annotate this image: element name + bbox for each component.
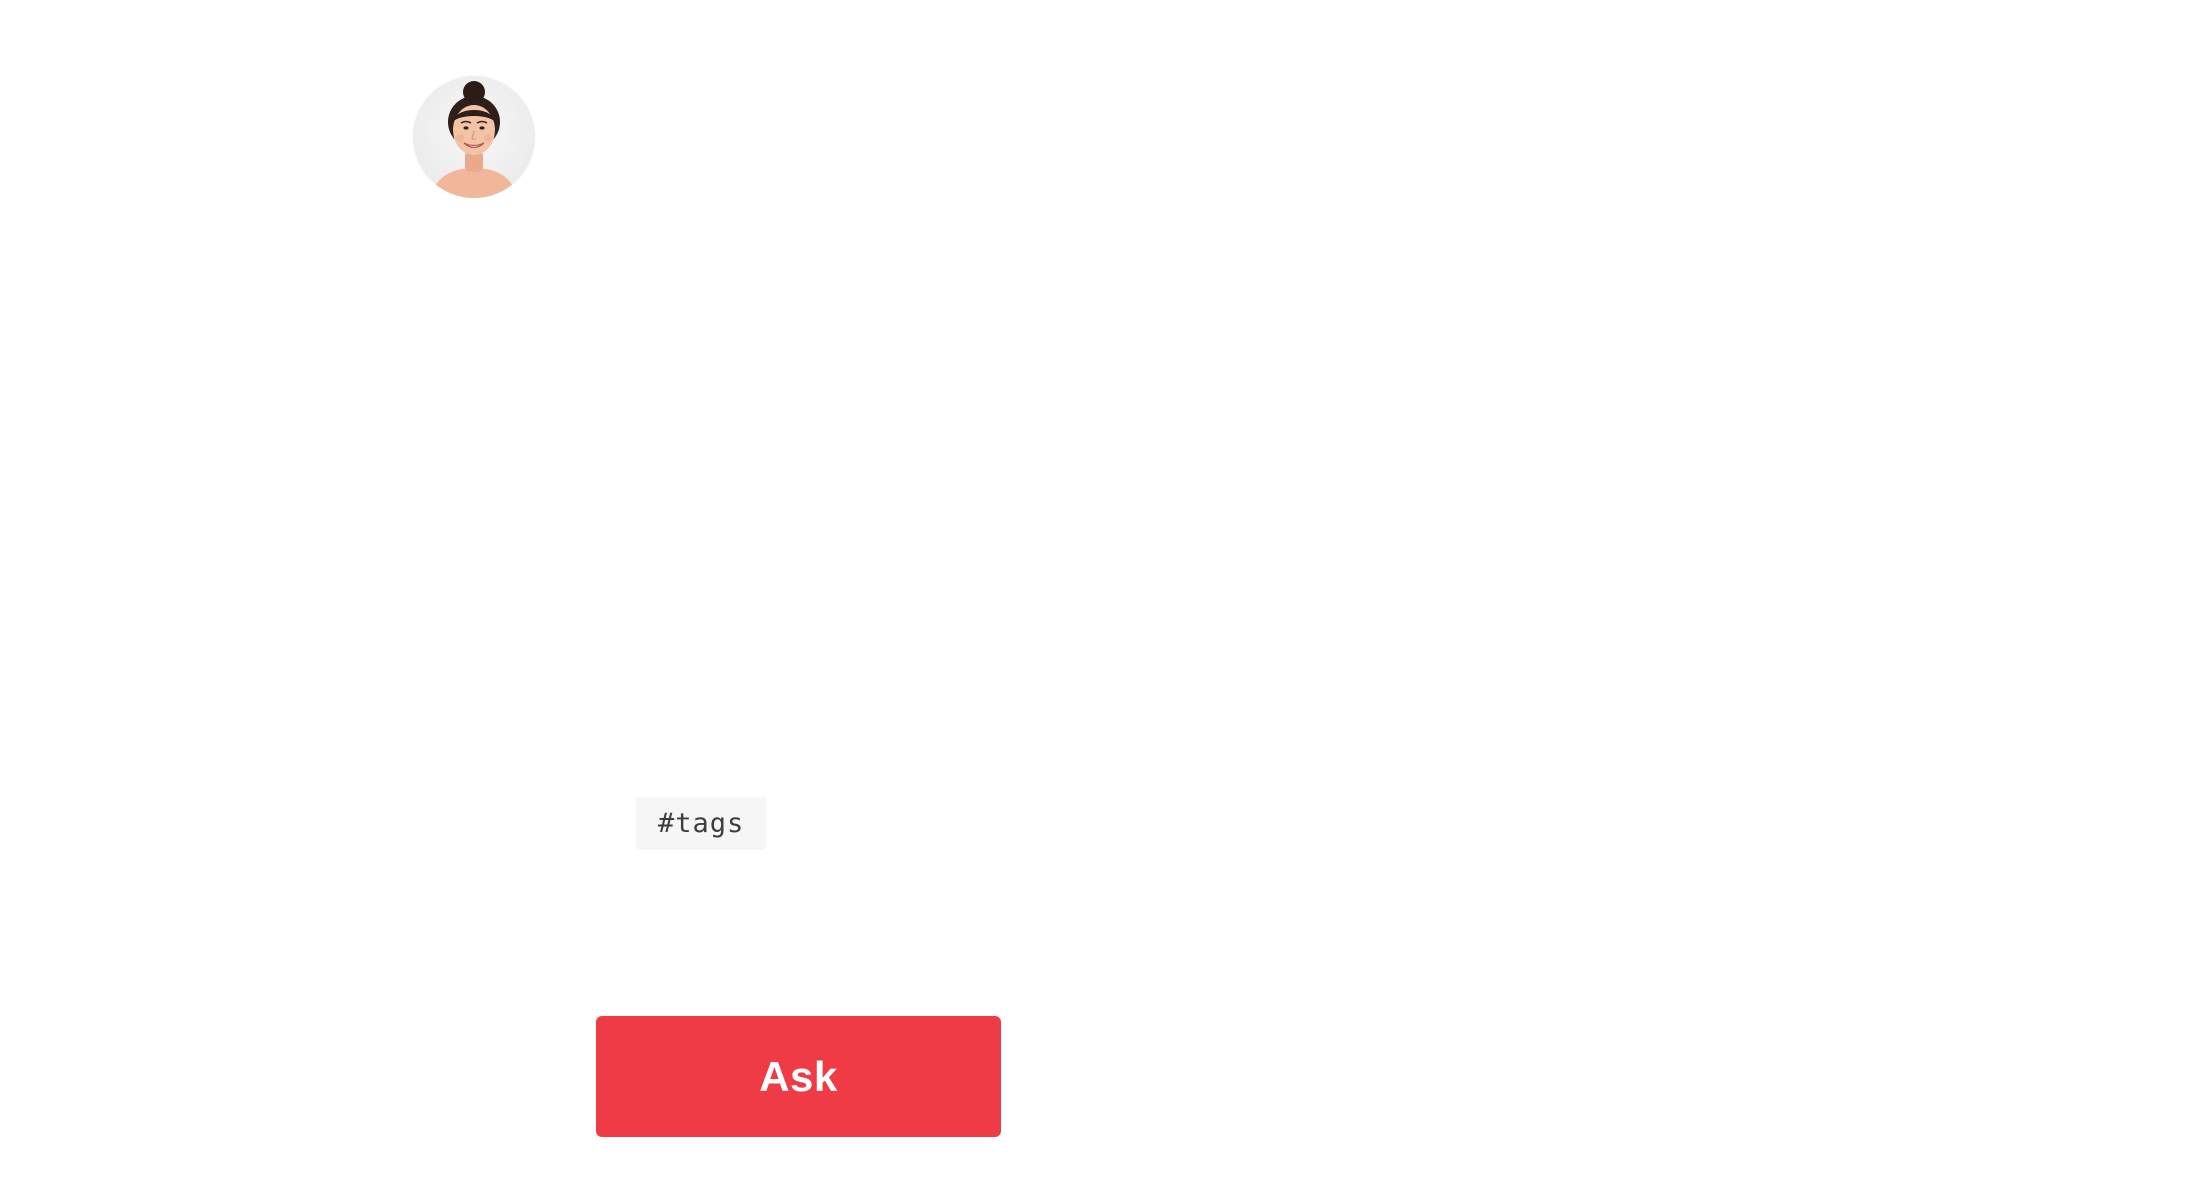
ask-button[interactable]: Ask bbox=[596, 1016, 1001, 1137]
tag-chip[interactable]: #tags bbox=[636, 797, 767, 850]
avatar bbox=[413, 76, 535, 198]
page: #tags Ask bbox=[0, 0, 2200, 1200]
tag-chip-label: #tags bbox=[658, 808, 745, 839]
avatar-portrait-icon bbox=[431, 81, 517, 198]
